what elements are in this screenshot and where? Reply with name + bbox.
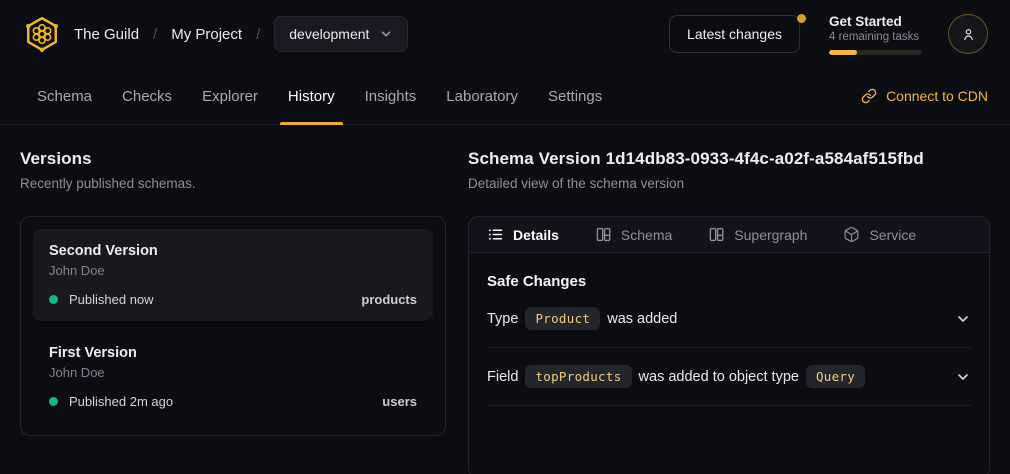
version-status-row: Published now products <box>49 292 417 307</box>
change-text: Type <box>487 311 518 327</box>
version-author: John Doe <box>49 263 417 278</box>
change-text: Field <box>487 369 518 385</box>
tab-history[interactable]: History <box>273 68 350 124</box>
tab-checks[interactable]: Checks <box>107 68 187 124</box>
published-status-icon <box>49 397 58 406</box>
version-card-first[interactable]: First Version John Doe Published 2m ago … <box>33 331 433 423</box>
columns-icon <box>595 226 612 243</box>
environment-selector[interactable]: development <box>274 16 408 52</box>
schema-version-column: Schema Version 1d14db83-0933-4f4c-a02f-a… <box>468 149 990 474</box>
tab-supergraph[interactable]: Supergraph <box>708 226 807 243</box>
environment-selector-value: development <box>289 26 369 42</box>
tab-schema-label: Schema <box>621 227 672 243</box>
columns-icon <box>708 226 725 243</box>
link-icon <box>861 88 877 104</box>
change-code: Product <box>525 307 600 330</box>
published-status-icon <box>49 295 58 304</box>
schema-version-title: Schema Version 1d14db83-0933-4f4c-a02f-a… <box>468 149 990 169</box>
versions-subtitle: Recently published schemas. <box>20 176 446 191</box>
version-status: Published now <box>69 292 154 307</box>
version-author: John Doe <box>49 365 417 380</box>
chevron-down-icon <box>379 27 393 41</box>
progress-fill <box>829 50 857 55</box>
header-right-group: Latest changes Get Started 4 remaining t… <box>669 14 988 55</box>
breadcrumb-org[interactable]: The Guild <box>74 26 139 43</box>
tab-details[interactable]: Details <box>487 226 559 243</box>
schema-version-panel: Details Schema <box>468 216 990 474</box>
tab-explorer[interactable]: Explorer <box>187 68 273 124</box>
detail-tabs: Details Schema <box>469 217 989 253</box>
list-icon <box>487 226 504 243</box>
notification-dot <box>797 14 806 23</box>
breadcrumb-separator: / <box>256 26 260 43</box>
versions-list: Second Version John Doe Published now pr… <box>20 216 446 436</box>
tab-supergraph-label: Supergraph <box>734 227 807 243</box>
cube-icon <box>843 226 860 243</box>
tab-schema-sdl[interactable]: Schema <box>595 226 672 243</box>
chevron-down-icon[interactable] <box>955 369 971 385</box>
schema-version-subtitle: Detailed view of the schema version <box>468 176 990 191</box>
version-title: Second Version <box>49 243 417 259</box>
version-service: products <box>361 292 417 307</box>
user-avatar[interactable] <box>948 14 988 54</box>
change-code: Query <box>806 365 865 388</box>
breadcrumb-project[interactable]: My Project <box>171 26 242 43</box>
tab-laboratory[interactable]: Laboratory <box>431 68 533 124</box>
change-text: was added <box>607 311 677 327</box>
chevron-down-icon[interactable] <box>955 311 971 327</box>
tab-service-label: Service <box>869 227 916 243</box>
tab-service[interactable]: Service <box>843 226 916 243</box>
tab-details-label: Details <box>513 227 559 243</box>
breadcrumb-separator: / <box>153 26 157 43</box>
connect-to-cdn-label: Connect to CDN <box>886 88 988 104</box>
tab-settings[interactable]: Settings <box>533 68 617 124</box>
tab-schema[interactable]: Schema <box>22 68 107 124</box>
hive-logo-icon[interactable] <box>22 14 62 54</box>
tab-insights[interactable]: Insights <box>350 68 432 124</box>
project-nav: Schema Checks Explorer History Insights … <box>0 68 1010 125</box>
version-status: Published 2m ago <box>69 394 173 409</box>
change-code: topProducts <box>525 365 631 388</box>
versions-title: Versions <box>20 149 446 169</box>
detail-content: Safe Changes Type Product was added Fiel… <box>469 253 989 406</box>
version-title: First Version <box>49 345 417 361</box>
version-card-second[interactable]: Second Version John Doe Published now pr… <box>33 229 433 321</box>
app-header: The Guild / My Project / development Lat… <box>0 0 1010 68</box>
change-row-type-added[interactable]: Type Product was added <box>487 290 971 348</box>
version-service: users <box>382 394 417 409</box>
get-started-progressbar <box>829 50 922 55</box>
versions-column: Versions Recently published schemas. Sec… <box>20 149 446 474</box>
safe-changes-heading: Safe Changes <box>487 273 971 290</box>
change-row-field-added[interactable]: Field topProducts was added to object ty… <box>487 348 971 406</box>
change-text: was added to object type <box>639 369 799 385</box>
person-icon <box>960 26 977 43</box>
get-started-widget[interactable]: Get Started 4 remaining tasks <box>829 14 922 55</box>
connect-to-cdn-link[interactable]: Connect to CDN <box>861 68 988 124</box>
version-status-row: Published 2m ago users <box>49 394 417 409</box>
latest-changes-button[interactable]: Latest changes <box>669 15 800 53</box>
main-content: Versions Recently published schemas. Sec… <box>0 125 1010 474</box>
get-started-title: Get Started <box>829 14 922 29</box>
get-started-subtitle: 4 remaining tasks <box>829 31 922 43</box>
